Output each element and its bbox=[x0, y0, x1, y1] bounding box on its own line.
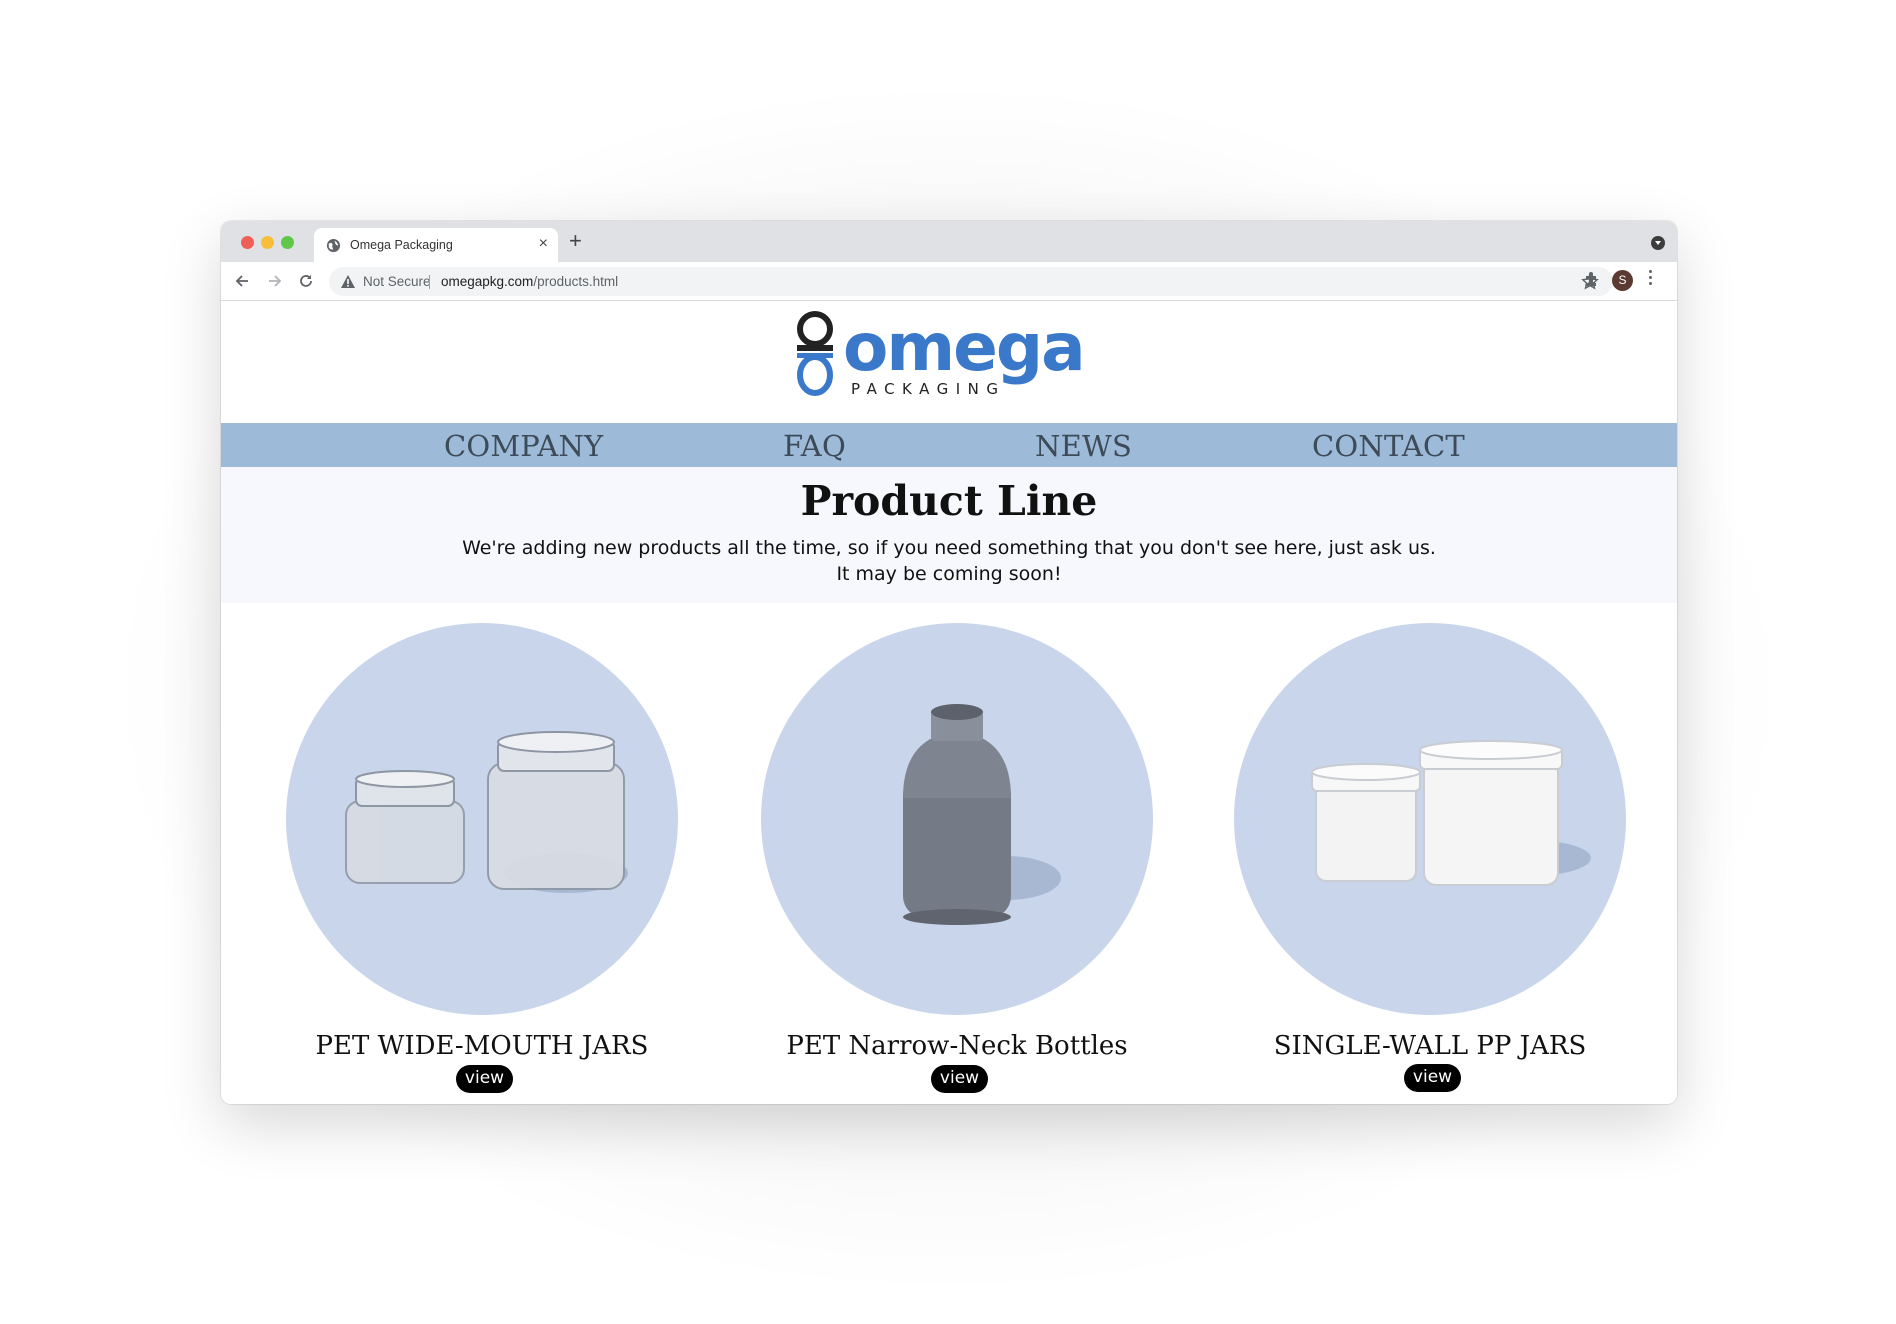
reload-icon[interactable] bbox=[295, 270, 317, 292]
product-image[interactable] bbox=[1234, 623, 1626, 1015]
tab-close-icon[interactable]: × bbox=[539, 236, 548, 252]
divider bbox=[429, 275, 430, 289]
product-image[interactable] bbox=[286, 623, 678, 1015]
maximize-window-button[interactable] bbox=[281, 236, 294, 249]
address-bar[interactable]: Not Secure omegapkg.com/products.html bbox=[329, 267, 1613, 296]
nav-company[interactable]: COMPANY bbox=[444, 429, 603, 463]
intro-line-1: We're adding new products all the time, … bbox=[462, 537, 1436, 559]
svg-text:omega: omega bbox=[843, 309, 1084, 386]
nav-faq[interactable]: FAQ bbox=[783, 429, 846, 463]
product-name: SINGLE-WALL PP JARS bbox=[1273, 1031, 1587, 1061]
web-page: omega PACKAGING COMPANY FAQ NEWS CONTACT… bbox=[221, 301, 1677, 1104]
product-card: PET Narrow-Neck Bottles view bbox=[761, 623, 1153, 1103]
profile-avatar[interactable]: S bbox=[1612, 270, 1633, 291]
main-navigation: COMPANY FAQ NEWS CONTACT bbox=[221, 423, 1677, 467]
product-card: PET WIDE-MOUTH JARS view bbox=[286, 623, 678, 1103]
globe-icon bbox=[326, 238, 341, 253]
back-icon[interactable] bbox=[231, 270, 253, 292]
tab-title: Omega Packaging bbox=[350, 238, 453, 252]
warning-icon bbox=[341, 275, 355, 288]
tab-search-icon[interactable] bbox=[1651, 236, 1665, 250]
product-image[interactable] bbox=[761, 623, 1153, 1015]
omega-logo[interactable]: omega PACKAGING bbox=[791, 307, 1113, 399]
product-name: PET Narrow-Neck Bottles bbox=[786, 1031, 1128, 1061]
hero-section: Product Line We're adding new products a… bbox=[221, 467, 1677, 603]
browser-tab[interactable]: Omega Packaging × bbox=[314, 228, 558, 262]
menu-icon[interactable] bbox=[1649, 270, 1653, 286]
security-label[interactable]: Not Secure bbox=[363, 274, 431, 289]
url-text[interactable]: omegapkg.com/products.html bbox=[441, 274, 618, 289]
url-domain: omegapkg.com bbox=[441, 274, 534, 289]
minimize-window-button[interactable] bbox=[261, 236, 274, 249]
intro-line-2: It may be coming soon! bbox=[836, 563, 1062, 585]
page-title: Product Line bbox=[800, 477, 1098, 525]
view-button[interactable]: view bbox=[931, 1065, 988, 1093]
svg-text:PACKAGING: PACKAGING bbox=[851, 380, 1006, 398]
product-name: PET WIDE-MOUTH JARS bbox=[315, 1031, 649, 1061]
nav-contact[interactable]: CONTACT bbox=[1312, 429, 1465, 463]
close-window-button[interactable] bbox=[241, 236, 254, 249]
url-path: /products.html bbox=[533, 274, 619, 289]
browser-window: Omega Packaging × + Not Secure omegapkg.… bbox=[221, 221, 1677, 1104]
browser-toolbar: Not Secure omegapkg.com/products.html bbox=[221, 262, 1677, 301]
view-button[interactable]: view bbox=[1404, 1064, 1461, 1092]
extensions-icon[interactable] bbox=[1583, 270, 1601, 288]
tab-strip: Omega Packaging × + bbox=[221, 221, 1677, 262]
product-card: SINGLE-WALL PP JARS view bbox=[1234, 623, 1626, 1103]
forward-icon[interactable] bbox=[264, 270, 286, 292]
view-button[interactable]: view bbox=[456, 1065, 513, 1093]
new-tab-button[interactable]: + bbox=[569, 230, 582, 252]
intro-text: We're adding new products all the time, … bbox=[221, 535, 1677, 587]
nav-news[interactable]: NEWS bbox=[1035, 429, 1132, 463]
